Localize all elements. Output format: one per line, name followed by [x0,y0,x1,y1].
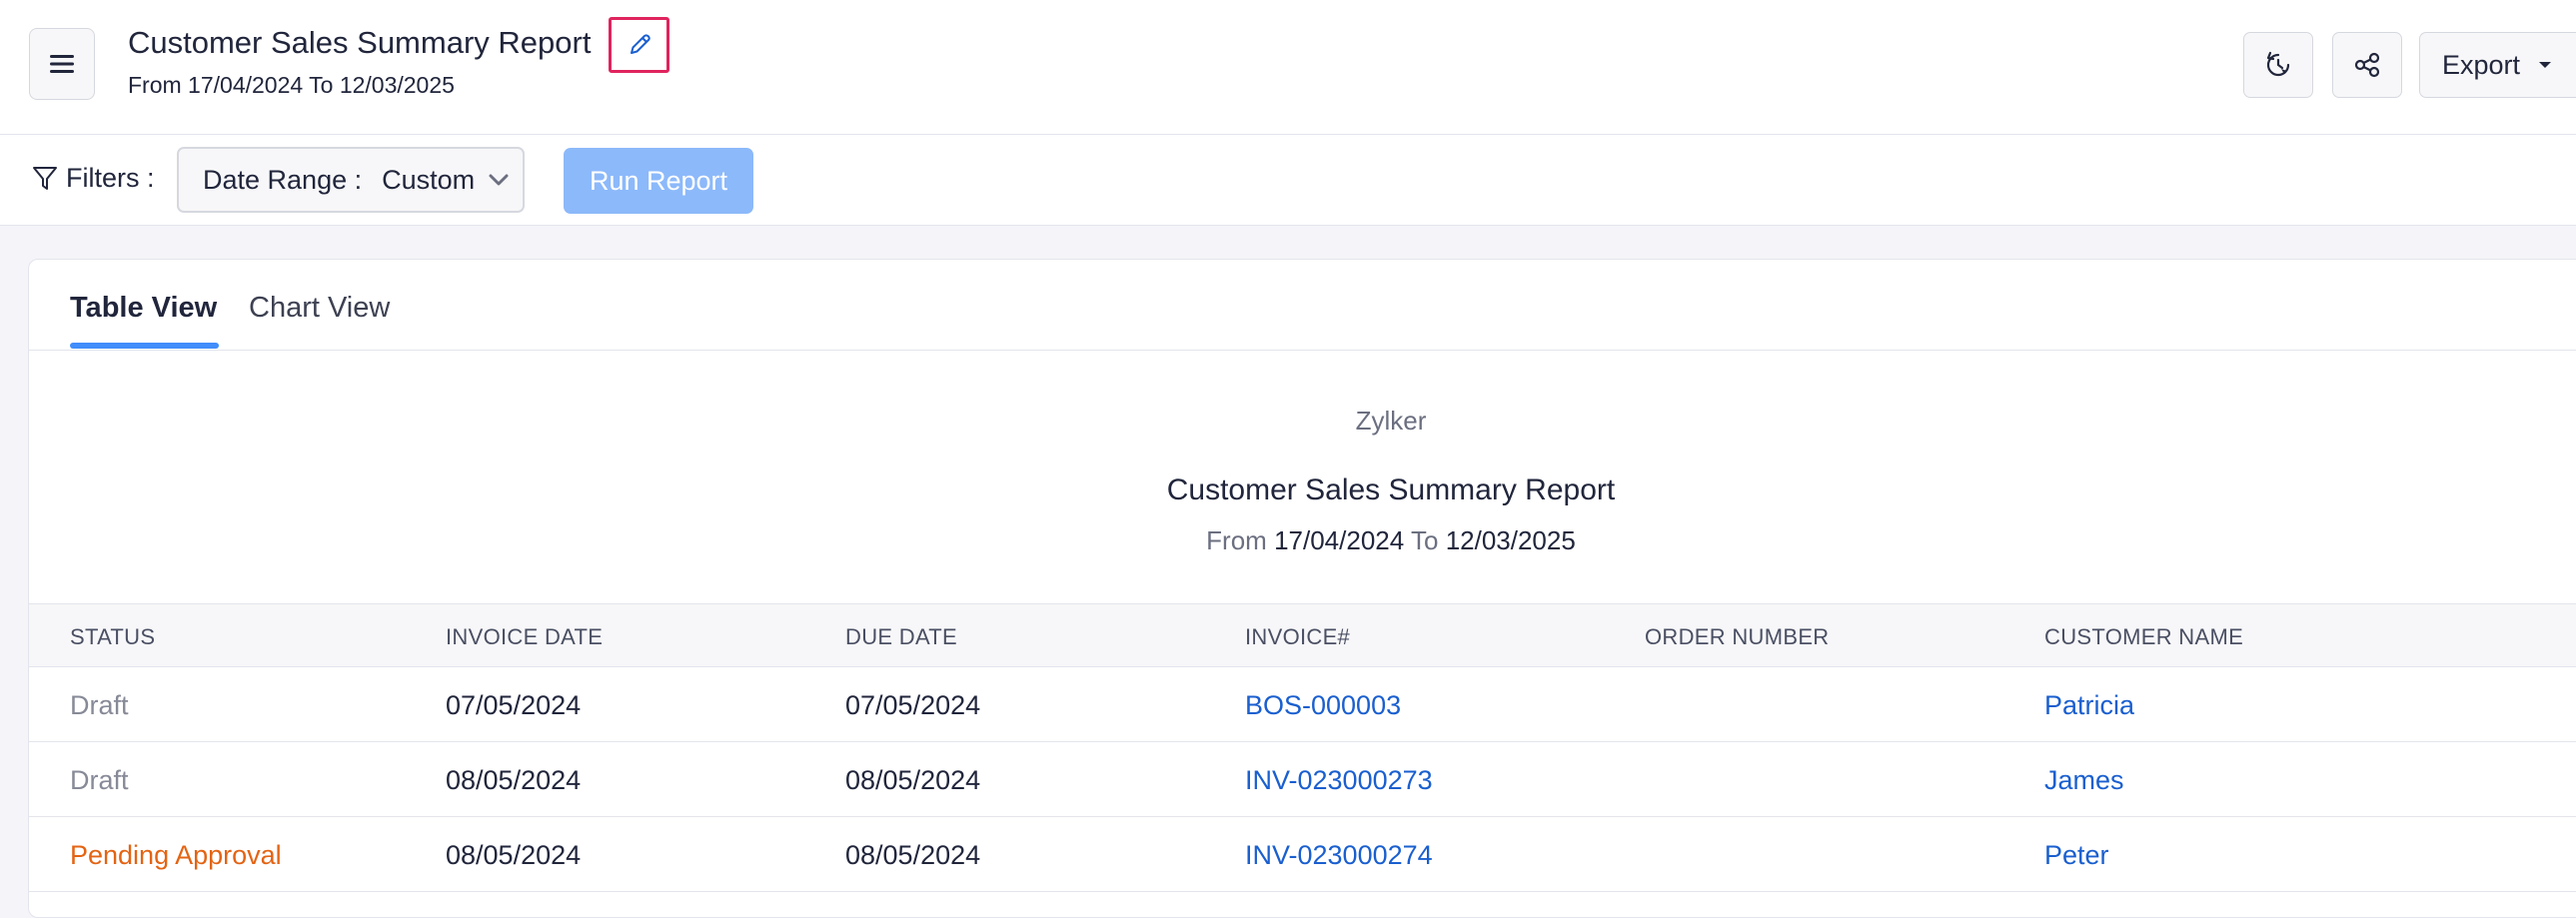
organization-name: Zylker [1355,406,1427,436]
invoice-link[interactable]: INV-023000274 [1245,840,1433,871]
to-word: To [1410,525,1439,555]
table-header: STATUS INVOICE DATE DUE DATE INVOICE# OR… [29,603,2576,667]
report-header: Customer Sales Summary Report From 17/04… [0,0,2576,135]
date-range-dropdown[interactable]: Date Range : Custom [177,147,525,213]
page-title: Customer Sales Summary Report [128,25,592,60]
column-header-invoice-number[interactable]: INVOICE# [1245,624,1350,650]
filters-label: Filters : [66,163,155,193]
hamburger-icon [50,55,74,73]
table-row: Pending Approval 08/05/2024 08/05/2024 I… [29,817,2576,892]
status-cell: Draft [70,690,129,720]
view-tabs: Table View Chart View [29,260,2576,351]
export-button[interactable]: Export [2419,32,2576,98]
status-cell: Draft [70,765,129,795]
invoice-link[interactable]: INV-023000273 [1245,765,1433,796]
funnel-icon [33,166,57,190]
table-row: Draft 07/05/2024 07/05/2024 BOS-000003 P… [29,667,2576,742]
export-label: Export [2442,49,2521,80]
invoice-date-cell: 07/05/2024 [446,690,582,720]
pencil-icon [630,34,650,54]
filter-bar: Filters : Date Range : Custom Run Report [0,135,2576,226]
date-range-value: Custom [382,164,476,195]
filters-label-group: Filters : [32,163,155,194]
tab-table-view[interactable]: Table View [70,292,217,325]
column-header-invoice-date[interactable]: INVOICE DATE [446,624,603,650]
due-date-cell: 08/05/2024 [845,840,981,870]
column-header-due-date[interactable]: DUE DATE [845,624,957,650]
report-period: From 17/04/2024 To 12/03/2025 [29,525,2576,556]
invoice-link[interactable]: BOS-000003 [1245,690,1401,721]
run-report-button[interactable]: Run Report [564,148,753,214]
column-header-customer-name[interactable]: CUSTOMER NAME [2044,624,2243,650]
chevron-down-icon [489,174,509,186]
menu-button[interactable] [29,28,95,100]
date-range-label: Date Range : [203,164,363,195]
due-date-cell: 07/05/2024 [845,690,981,720]
caret-down-icon [2539,62,2552,68]
customer-link[interactable]: James [2044,765,2124,796]
customer-link[interactable]: Peter [2044,840,2109,871]
from-date: 17/04/2024 [1274,525,1405,555]
status-cell: Pending Approval [70,840,282,870]
report-date-range: From 17/04/2024 To 12/03/2025 [128,72,455,98]
tab-chart-view[interactable]: Chart View [249,292,390,325]
edit-title-button[interactable] [609,17,669,73]
clock-refresh-icon [2266,51,2290,77]
share-icon [2354,52,2380,78]
report-title: Customer Sales Summary Report [1166,473,1616,506]
customer-link[interactable]: Patricia [2044,690,2134,721]
from-word: From [1206,525,1267,555]
schedule-button[interactable] [2243,32,2313,98]
table-row: Draft 08/05/2024 08/05/2024 INV-02300027… [29,742,2576,817]
to-date: 12/03/2025 [1445,525,1576,555]
report-card: Table View Chart View Zylker Customer Sa… [28,259,2576,918]
active-tab-indicator [70,343,219,349]
due-date-cell: 08/05/2024 [845,765,981,795]
invoice-date-cell: 08/05/2024 [446,840,582,870]
share-button[interactable] [2332,32,2402,98]
column-header-order-number[interactable]: ORDER NUMBER [1645,624,1830,650]
column-header-status[interactable]: STATUS [70,624,155,650]
invoice-date-cell: 08/05/2024 [446,765,582,795]
